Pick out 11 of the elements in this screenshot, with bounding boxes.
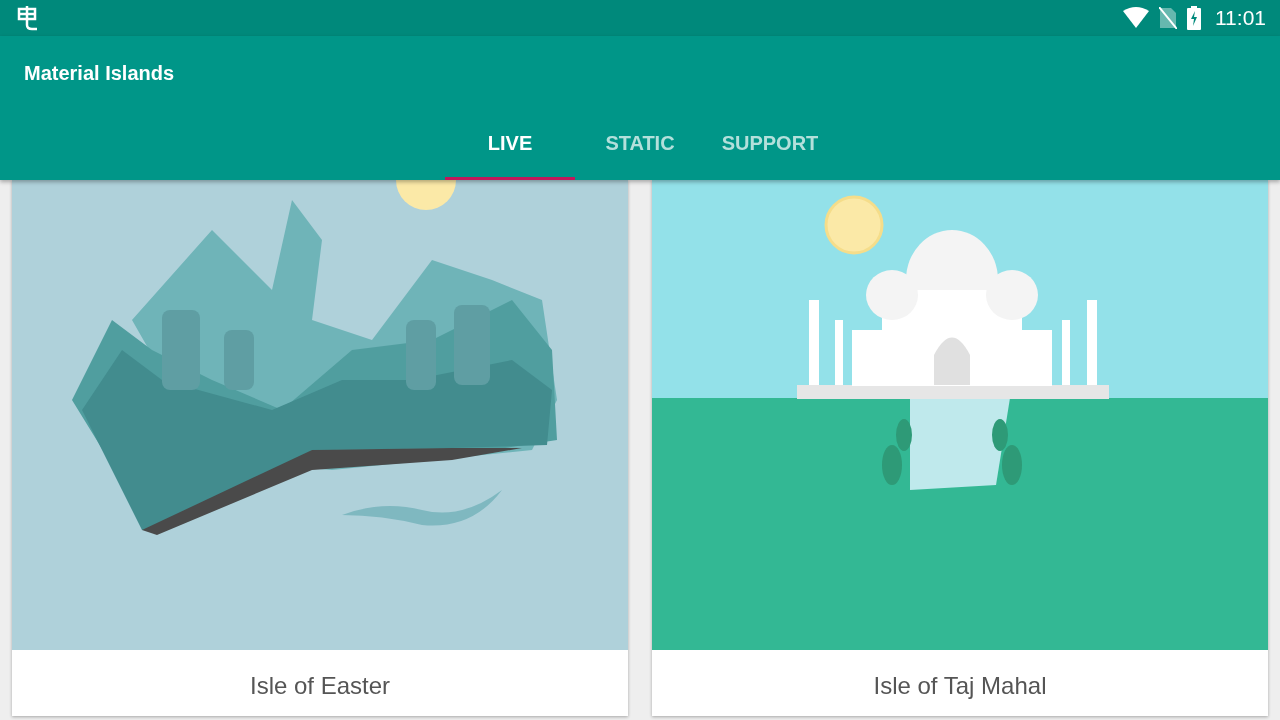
status-time: 11:01	[1215, 6, 1266, 30]
card-title: Isle of Taj Mahal	[872, 671, 1048, 701]
no-sim-icon	[1159, 7, 1177, 29]
card-title: Isle of Easter	[248, 671, 392, 701]
tab[interactable]: SUPPORT	[705, 110, 835, 180]
island-card[interactable]: Isle of Easter	[12, 180, 628, 716]
island-card[interactable]: Isle of Taj Mahal	[652, 180, 1268, 716]
battery-charging-icon	[1187, 6, 1201, 30]
app-title: Material Islands	[23, 61, 176, 86]
tab[interactable]: STATIC	[575, 110, 705, 180]
wifi-icon	[1123, 7, 1149, 29]
